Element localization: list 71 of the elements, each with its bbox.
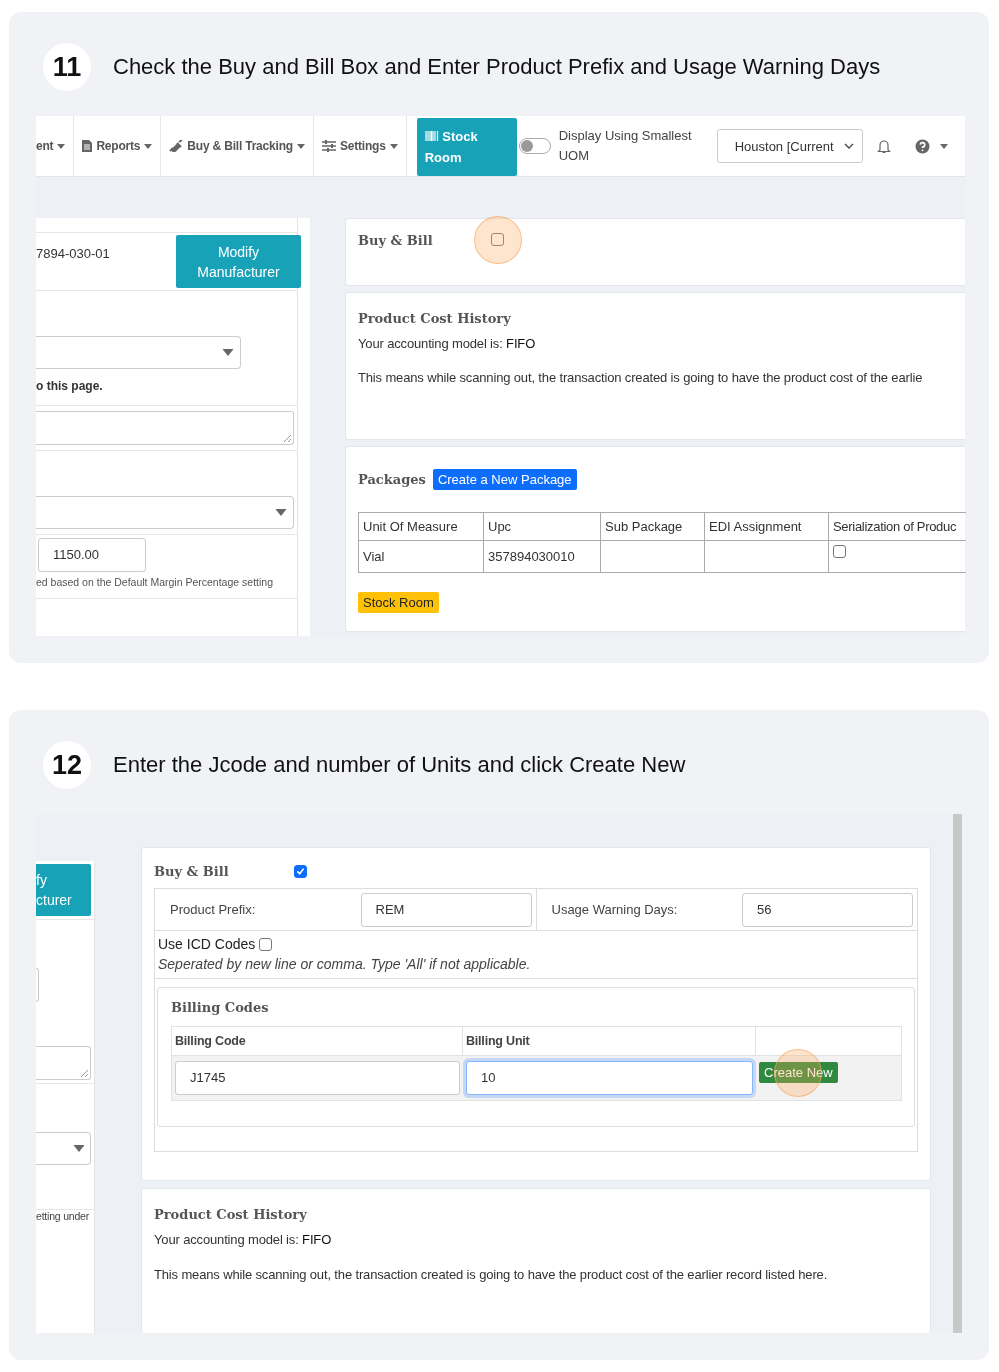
hint-text: etting under [36, 1209, 94, 1222]
column-header: Upc [483, 512, 601, 541]
hint-text: ed based on the Default Margin Percentage setting [36, 576, 274, 588]
step-number: 11 [43, 43, 91, 91]
section-title: Product Cost History [358, 311, 512, 326]
description-text: This means while scanning out, the transaction created is going to have the product cost of the earlie [358, 370, 924, 385]
checkbox[interactable] [491, 233, 504, 246]
caret-icon [296, 143, 305, 149]
hint-text: Seperated by new line or comma. Type 'All' if not applicable. [158, 956, 532, 972]
price-field[interactable]: 1150.00 [38, 538, 146, 572]
column-header: EDI Assignment [704, 512, 829, 541]
field-label: Usage Warning Days: [550, 902, 679, 917]
toggle-label: Display Using Smallest UOM [558, 127, 693, 165]
column-header: Sub Package [600, 512, 705, 541]
select-field[interactable] [36, 496, 294, 529]
caret-icon [144, 143, 153, 149]
step-number: 12 [43, 741, 91, 789]
table-cell: 357894030010 [483, 540, 601, 573]
billing-code-field[interactable]: J1745 [175, 1061, 460, 1095]
checkbox[interactable] [294, 864, 307, 878]
caret-icon [939, 143, 948, 149]
section-title: Billing Codes [171, 1000, 270, 1015]
note-text: o this page. [36, 369, 297, 406]
caret-icon [222, 349, 234, 356]
select-field[interactable] [36, 336, 241, 369]
product-code: 7894-030-01 [36, 246, 110, 261]
barcode-icon [424, 131, 439, 141]
help-icon[interactable] [914, 138, 930, 154]
checkbox[interactable] [259, 937, 273, 951]
bell-icon[interactable] [876, 138, 891, 154]
scrollbar[interactable] [953, 814, 962, 1333]
checkbox[interactable] [833, 545, 846, 558]
chevron-down-icon [843, 143, 854, 149]
field-label: Product Prefix: [169, 902, 257, 917]
nav-menu-item[interactable]: Reports [74, 116, 162, 176]
accounting-model-text: Your accounting model is: FIFO [358, 336, 537, 351]
checkbox-label: Use ICD Codes [158, 936, 256, 952]
billing-unit-field[interactable]: 10 [466, 1061, 753, 1095]
text-field[interactable]: 56 [742, 892, 913, 927]
text-area[interactable] [36, 1046, 91, 1080]
column-header: Unit Of Measure [358, 512, 484, 541]
location-select[interactable]: Houston [Current [716, 129, 863, 163]
table-cell: Vial [358, 540, 484, 573]
text-field[interactable]: REM [360, 892, 532, 927]
nav-menu-item[interactable]: Buy & Bill Tracking [161, 116, 314, 176]
field-label: Buy & Bill [154, 863, 230, 879]
field-label: Buy & Bill [358, 233, 434, 248]
caret-icon [57, 143, 66, 149]
section-title: Product Cost History [154, 1207, 308, 1222]
accounting-model-text: Your accounting model is: FIFO [154, 1232, 333, 1247]
document-icon [82, 140, 93, 152]
description-text: This means while scanning out, the transaction created is going to have the product cost of the earlier record listed here. [154, 1267, 829, 1282]
stock-room-badge[interactable]: Stock Room [358, 592, 439, 613]
select-field[interactable] [36, 968, 39, 1002]
section-title: Packages [358, 472, 426, 487]
step-title: Enter the Jcode and number of Units and click Create New [113, 752, 686, 778]
create-package-button[interactable]: Create a New Package [432, 469, 577, 490]
text-area[interactable] [36, 411, 294, 445]
sliders-icon [321, 140, 336, 152]
resize-handle-icon [80, 1069, 88, 1077]
caret-icon [389, 143, 398, 149]
caret-icon [73, 1145, 85, 1152]
step-title: Check the Buy and Bill Box and Enter Product Prefix and Usage Warning Days [113, 54, 881, 80]
toggle-switch[interactable] [518, 138, 551, 154]
resize-handle-icon [283, 434, 291, 442]
caret-icon [275, 509, 287, 516]
select-field[interactable] [36, 1132, 91, 1165]
nav-menu-item[interactable]: ent [36, 116, 75, 176]
column-header: Serialization of Produc [828, 512, 966, 541]
nav-menu-item[interactable]: Settings [313, 116, 407, 176]
syringe-icon [169, 140, 184, 152]
